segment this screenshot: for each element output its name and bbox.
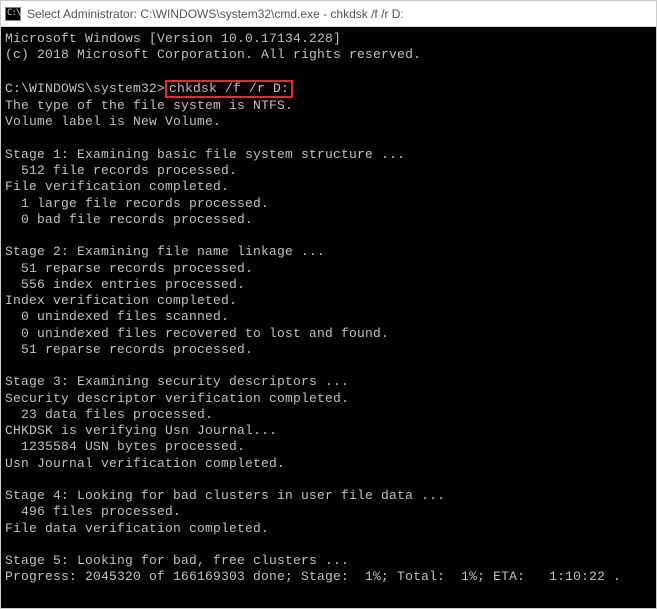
output-line: Stage 1: Examining basic file system str…	[5, 147, 405, 162]
output-line: 1 large file records processed.	[5, 196, 269, 211]
command-prompt-window: C:\ Select Administrator: C:\WINDOWS\sys…	[0, 0, 657, 609]
output-line: 556 index entries processed.	[5, 277, 245, 292]
terminal-output[interactable]: Microsoft Windows [Version 10.0.17134.22…	[1, 27, 656, 608]
highlighted-command: chkdsk /f /r D:	[165, 80, 293, 98]
output-line: Stage 2: Examining file name linkage ...	[5, 244, 325, 259]
output-line: Microsoft Windows [Version 10.0.17134.22…	[5, 31, 341, 46]
output-line: 512 file records processed.	[5, 163, 237, 178]
output-line: CHKDSK is verifying Usn Journal...	[5, 423, 277, 438]
output-line: 0 bad file records processed.	[5, 212, 253, 227]
output-line: 496 files processed.	[5, 504, 181, 519]
output-line: Stage 4: Looking for bad clusters in use…	[5, 488, 445, 503]
output-line: 0 unindexed files recovered to lost and …	[5, 326, 389, 341]
output-line: 0 unindexed files scanned.	[5, 309, 229, 324]
output-line: Progress: 2045320 of 166169303 done; Sta…	[5, 569, 621, 584]
output-line: Stage 5: Looking for bad, free clusters …	[5, 553, 349, 568]
prompt-text: C:\WINDOWS\system32>	[5, 81, 165, 96]
output-line: The type of the file system is NTFS.	[5, 98, 293, 113]
output-line: Usn Journal verification completed.	[5, 456, 285, 471]
window-titlebar[interactable]: C:\ Select Administrator: C:\WINDOWS\sys…	[1, 1, 656, 27]
output-line: Volume label is New Volume.	[5, 114, 221, 129]
output-line: 23 data files processed.	[5, 407, 213, 422]
output-line: (c) 2018 Microsoft Corporation. All righ…	[5, 47, 421, 62]
output-line: Security descriptor verification complet…	[5, 391, 349, 406]
output-line: Index verification completed.	[5, 293, 237, 308]
output-line: File verification completed.	[5, 179, 229, 194]
output-line: 51 reparse records processed.	[5, 342, 253, 357]
output-line: Stage 3: Examining security descriptors …	[5, 374, 349, 389]
output-line: 1235584 USN bytes processed.	[5, 439, 245, 454]
output-line: File data verification completed.	[5, 521, 269, 536]
output-line: 51 reparse records processed.	[5, 261, 253, 276]
window-title: Select Administrator: C:\WINDOWS\system3…	[27, 7, 404, 21]
prompt-line: C:\WINDOWS\system32>chkdsk /f /r D:	[5, 81, 293, 96]
cmd-icon: C:\	[5, 7, 21, 21]
